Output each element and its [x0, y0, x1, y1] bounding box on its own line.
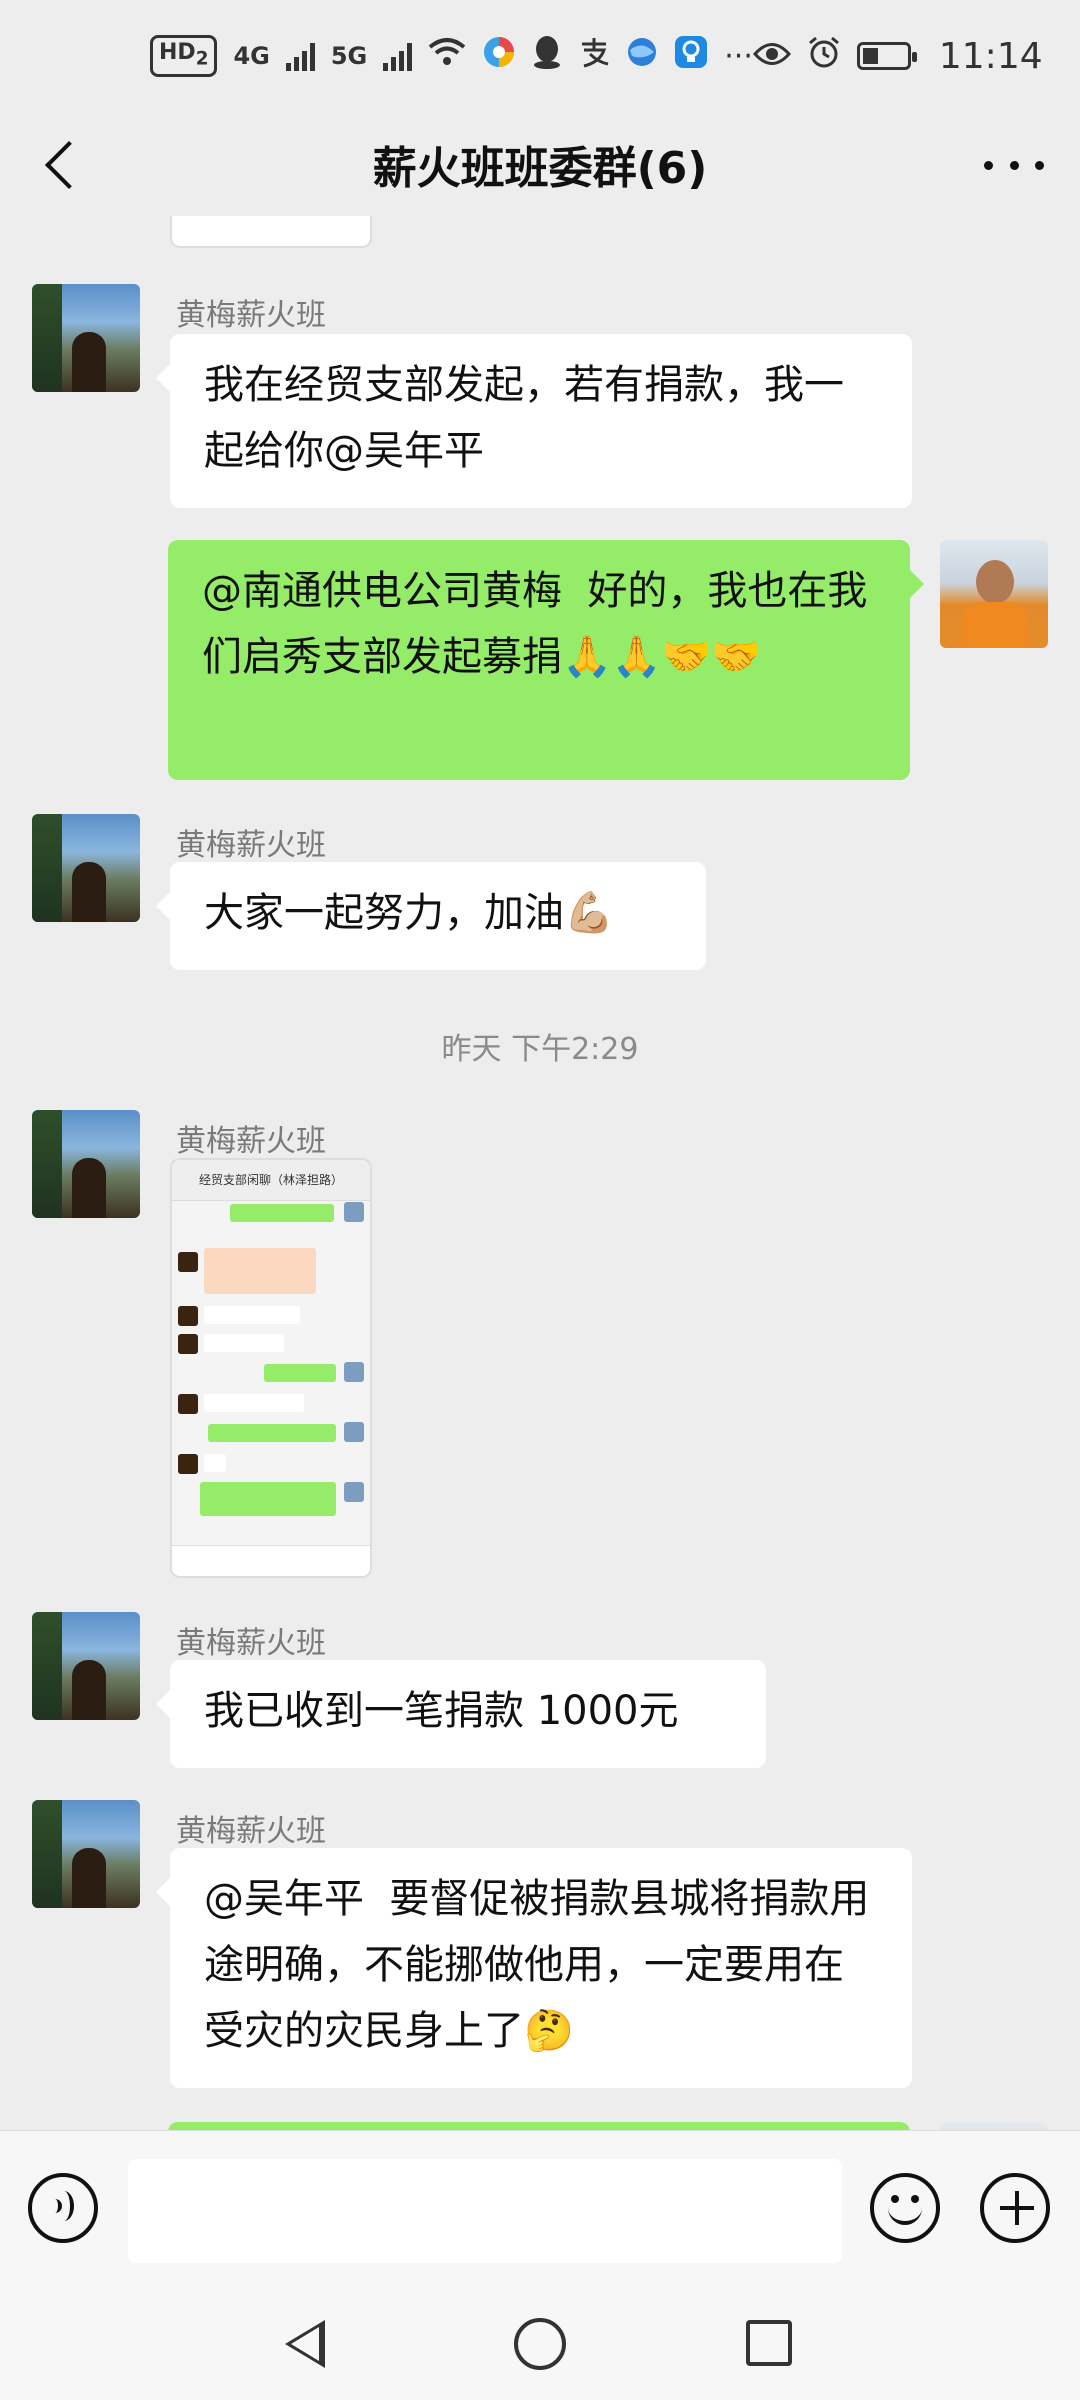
thumb-navbar	[172, 216, 370, 246]
sender-name: 黄梅薪火班	[176, 828, 326, 863]
hd-sub: 2	[195, 48, 209, 70]
nav-back-icon[interactable]	[285, 2320, 325, 2368]
emoji-icon[interactable]	[870, 2173, 940, 2243]
thumb-avatar	[178, 1454, 198, 1474]
signal-icon-2	[383, 41, 413, 71]
thumb-row	[204, 1334, 284, 1352]
status-right: 11:14	[752, 35, 1043, 78]
wifi-icon	[428, 36, 466, 76]
thumb-row	[230, 1204, 334, 1222]
signal-icon	[285, 41, 315, 71]
tips-icon	[674, 35, 708, 78]
alarm-icon	[807, 35, 841, 78]
qq-icon	[532, 35, 562, 78]
more-notifications-icon: ···	[724, 38, 753, 74]
message-input[interactable]	[128, 2159, 842, 2263]
thumb-row	[204, 1248, 316, 1294]
browser-icon	[626, 36, 658, 77]
status-bar: HD2 4G 5G ··· 11:14	[0, 0, 1080, 112]
message-bubble[interactable]: @吴年平 要督促被捐款县城将捐款用途明确，不能挪做他用，一定要用在受灾的灾民身上…	[156, 1848, 912, 2088]
thumb-avatar	[178, 1306, 198, 1326]
clock: 11:14	[938, 35, 1043, 77]
thumb-row	[204, 1306, 300, 1324]
thumb-avatar	[344, 1482, 364, 1502]
thumb-title: 经贸支部闲聊（林泽担路）	[172, 1160, 370, 1201]
hd-label: HD	[159, 39, 196, 65]
message-list[interactable]: 黄梅薪火班 我在经贸支部发起，若有捐款，我一起给你@吴年平 @南通供电公司黄梅 …	[0, 216, 1080, 2130]
status-left: HD2 4G 5G ···	[150, 34, 753, 78]
network-5g-label: 5G	[330, 42, 368, 70]
message-bubble[interactable]: 我在经贸支部发起，若有捐款，我一起给你@吴年平	[156, 334, 912, 508]
timestamp: 昨天 下午2:29	[441, 1032, 639, 1067]
nav-home-icon[interactable]	[514, 2318, 566, 2370]
nav-recent-icon[interactable]	[746, 2320, 792, 2366]
avatar[interactable]	[32, 1110, 140, 1218]
sender-name: 黄梅薪火班	[176, 1626, 326, 1661]
image-message[interactable]: 经贸支部闲聊（林泽担路）	[170, 1158, 372, 1578]
avatar[interactable]	[32, 1800, 140, 1908]
voice-icon[interactable]	[28, 2173, 98, 2243]
battery-icon	[856, 42, 917, 70]
sender-name: 黄梅薪火班	[176, 1814, 326, 1849]
sender-name: 黄梅薪火班	[176, 298, 326, 333]
avatar[interactable]	[32, 814, 140, 922]
thumb-row	[264, 1364, 336, 1382]
thumb-row	[200, 1482, 336, 1516]
system-nav-bar	[0, 2290, 1080, 2400]
chat-header: 薪火班班委群(6)	[0, 112, 1080, 216]
thumb-row	[204, 1454, 226, 1472]
chat-title: 薪火班班委群(6)	[372, 143, 708, 194]
own-message-bubble[interactable]: @南通供电公司黄梅 好的，我也在我们启秀支部发起募捐🙏🙏🤝🤝	[168, 540, 924, 780]
own-avatar-partial[interactable]	[940, 2122, 1048, 2130]
alipay-icon	[578, 36, 610, 77]
thumb-row	[204, 1394, 304, 1412]
thumb-avatar	[178, 1334, 198, 1354]
plus-icon[interactable]	[980, 2173, 1050, 2243]
own-message-bubble-partial[interactable]	[168, 2122, 910, 2130]
app-notification-icon	[482, 35, 516, 78]
thumb-row	[208, 1424, 336, 1442]
thumb-avatar	[344, 1362, 364, 1382]
thumb-avatar	[344, 1422, 364, 1442]
thumb-avatar	[344, 1202, 364, 1222]
thumb-navbar	[172, 1545, 370, 1576]
sender-name: 黄梅薪火班	[176, 1124, 326, 1159]
more-icon[interactable]	[984, 150, 1044, 180]
avatar[interactable]	[32, 284, 140, 392]
own-avatar[interactable]	[940, 540, 1048, 648]
hd-icon: HD2	[150, 34, 218, 78]
eye-icon	[752, 36, 791, 76]
message-bubble[interactable]: 我已收到一笔捐款 1000元	[156, 1660, 766, 1768]
network-4g-label: 4G	[233, 42, 270, 70]
image-message-partial[interactable]	[170, 216, 372, 248]
avatar[interactable]	[32, 1612, 140, 1720]
input-bar	[0, 2130, 1080, 2291]
thumb-avatar	[178, 1252, 198, 1272]
message-bubble[interactable]: 大家一起努力，加油💪🏼	[156, 862, 706, 970]
thumb-avatar	[178, 1394, 198, 1414]
